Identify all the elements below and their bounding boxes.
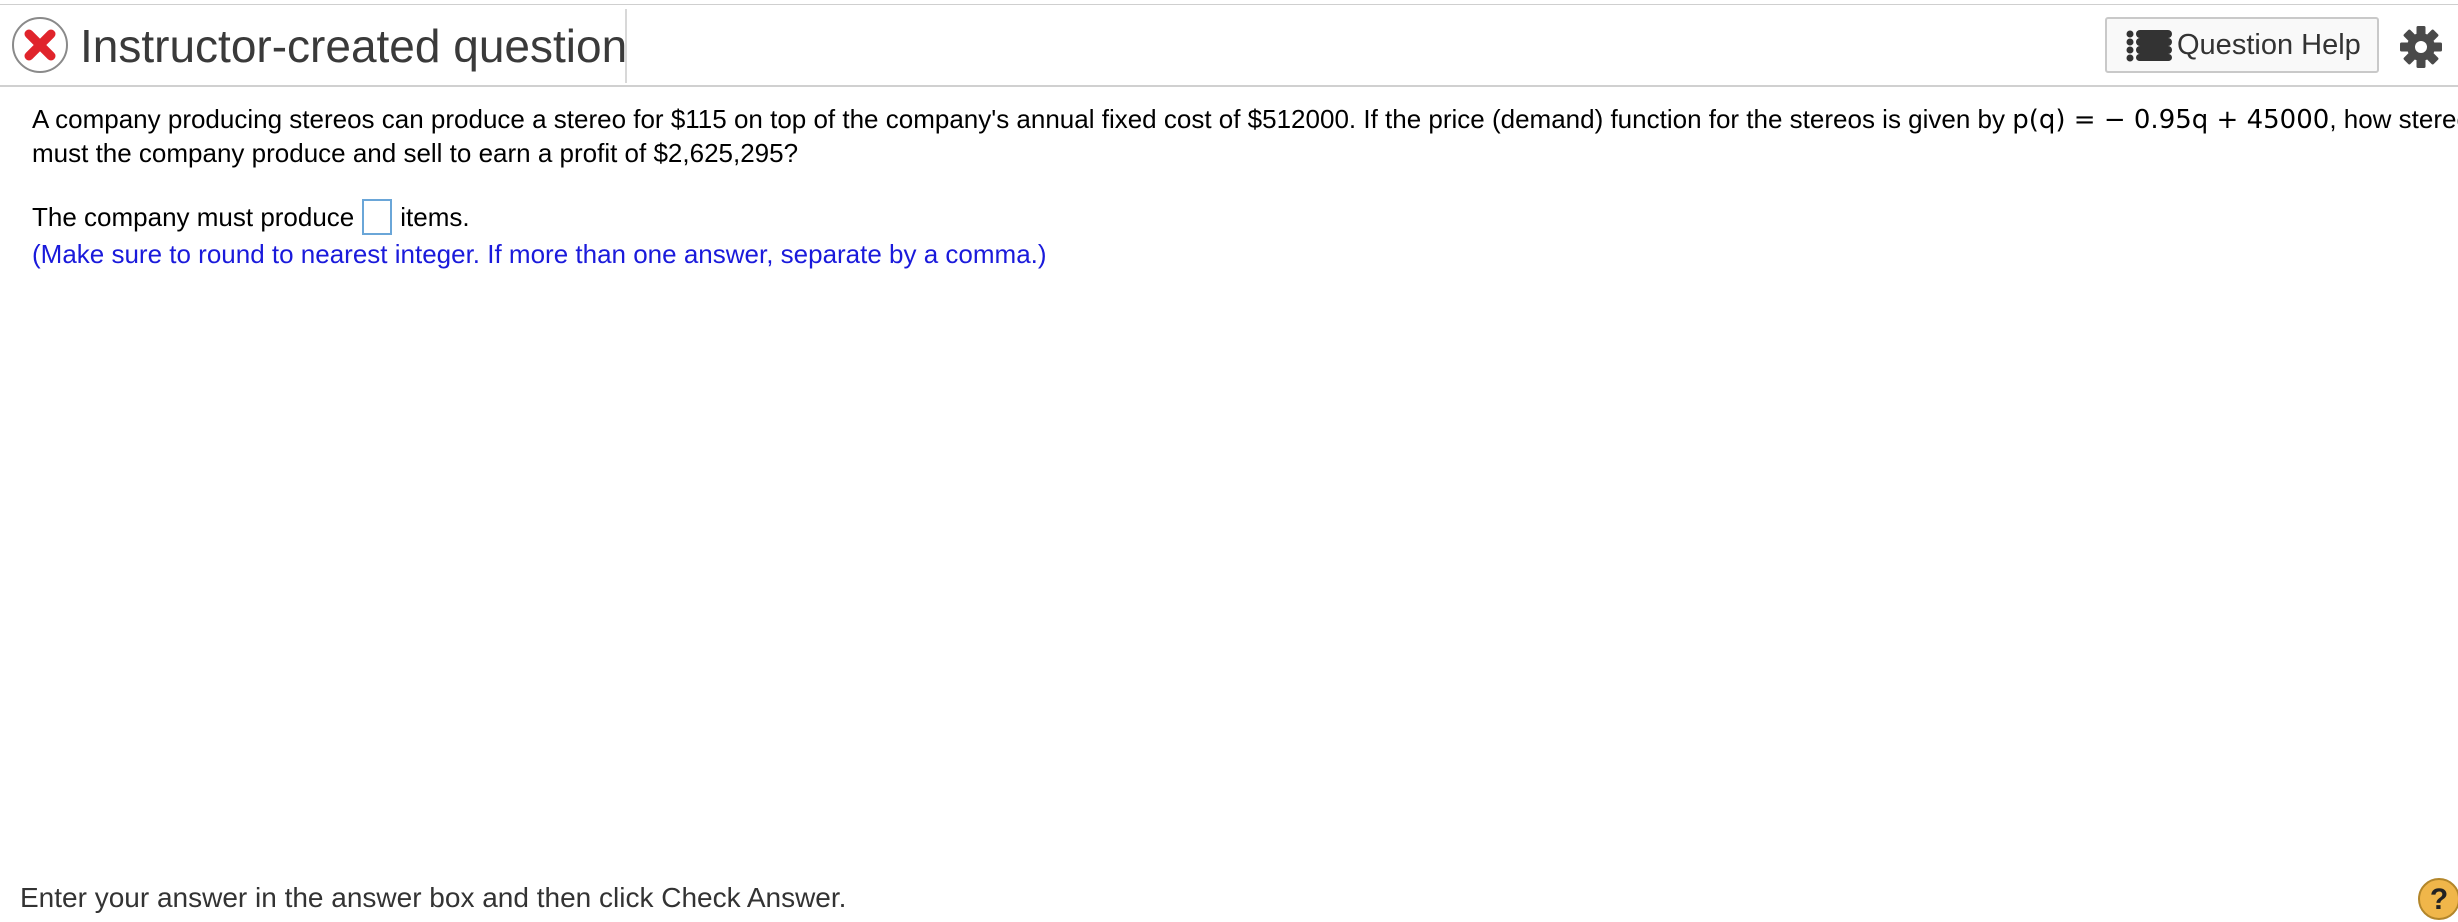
x-circle-icon [12, 17, 68, 73]
gear-icon[interactable] [2399, 25, 2443, 69]
list-icon [2126, 30, 2172, 62]
demand-function: p(q) = − 0.95q + 45000 [2012, 105, 2330, 135]
question-header: Instructor-created question Question Hel… [0, 5, 2458, 87]
help-icon[interactable]: ? [2418, 878, 2458, 920]
answer-suffix: items. [400, 202, 470, 232]
question-text-part: , how stereos [2329, 104, 2458, 134]
question-page: Instructor-created question Question Hel… [0, 0, 2458, 922]
question-text-part: A company producing stereos can produce … [32, 104, 2013, 134]
answer-prefix: The company must produce [32, 202, 355, 232]
page-title: Instructor-created question [80, 20, 628, 72]
question-help-label: Question Help [2177, 28, 2361, 61]
rounding-hint: (Make sure to round to nearest integer. … [32, 239, 1047, 269]
question-content: A company producing stereos can produce … [32, 103, 2458, 271]
footer-instruction: Enter your answer in the answer box and … [20, 882, 847, 913]
title-divider [625, 9, 627, 83]
question-text-part: must the company produce and sell to ear… [32, 138, 799, 168]
question-help-button[interactable]: Question Help [2105, 17, 2379, 73]
answer-input[interactable] [362, 199, 393, 235]
question-text: A company producing stereos can produce … [32, 103, 2458, 170]
answer-line: The company must produce items. [32, 199, 2442, 235]
